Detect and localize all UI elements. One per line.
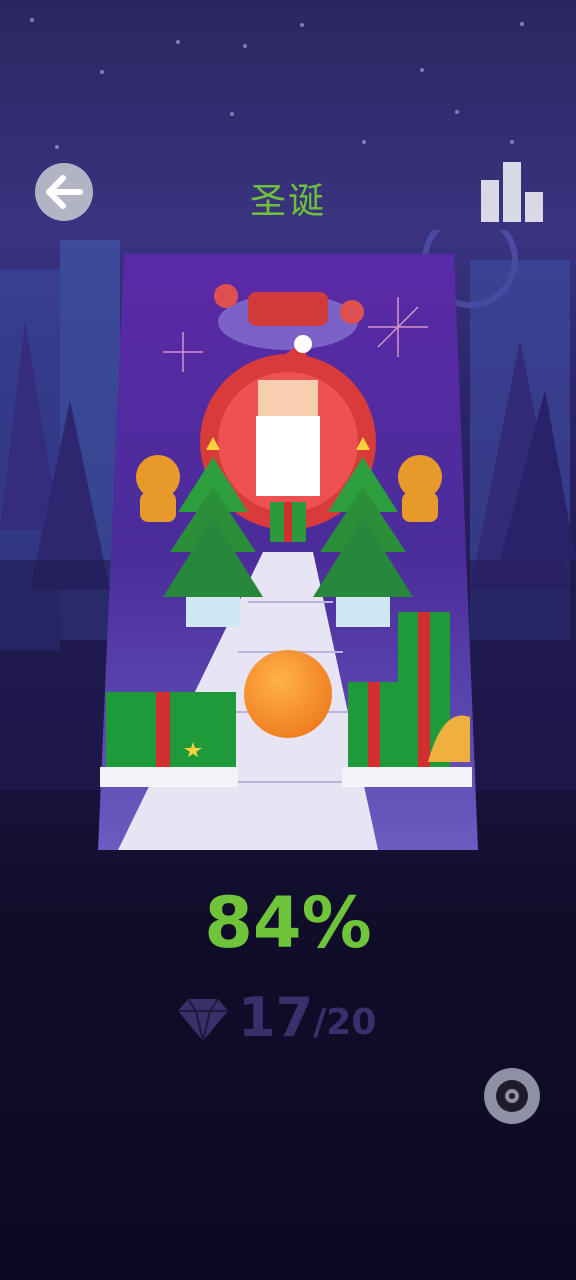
- diamond-icon: [178, 998, 228, 1041]
- gems-total: /20: [313, 1002, 377, 1043]
- gift-boxes-left: [100, 692, 238, 787]
- gingerbread-man-left: [136, 455, 180, 522]
- rolling-ball: [244, 650, 332, 738]
- leaderboard-button[interactable]: [481, 162, 543, 222]
- gem-counter: 17 /20: [178, 985, 376, 1045]
- bar-chart-icon: [481, 162, 543, 222]
- music-disc-button[interactable]: [484, 1068, 540, 1124]
- level-preview-card[interactable]: [98, 252, 478, 850]
- gems-collected: 17: [238, 986, 314, 1049]
- music-disc-icon: [496, 1080, 528, 1112]
- completion-percent: 84%: [204, 882, 372, 964]
- gingerbread-man-right: [398, 455, 442, 522]
